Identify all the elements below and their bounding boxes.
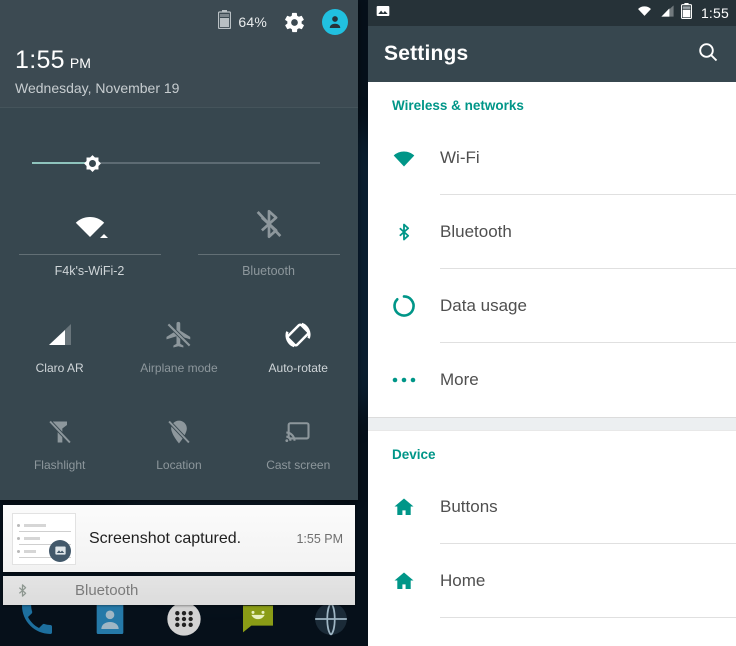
tile-location-label: Location bbox=[156, 458, 202, 472]
tile-cast-screen-label: Cast screen bbox=[266, 458, 331, 472]
airplane-off-icon bbox=[164, 315, 194, 355]
data-usage-icon bbox=[368, 293, 440, 319]
home-icon bbox=[368, 569, 440, 593]
settings-row-label: Data usage bbox=[440, 296, 527, 315]
notification-bluetooth-label: Bluetooth bbox=[75, 582, 139, 599]
screenshot-root: 64% 1:55 PM Wednesday, November 19 F4k's… bbox=[0, 0, 736, 646]
notification-screenshot[interactable]: Screenshot captured. 1:55 PM bbox=[3, 505, 355, 572]
flashlight-off-icon bbox=[46, 412, 74, 452]
wifi-icon bbox=[368, 147, 440, 170]
app-bar-actions bbox=[696, 40, 720, 69]
section-divider bbox=[368, 417, 736, 431]
status-bar-notifications bbox=[375, 3, 391, 24]
screenshot-thumbnail bbox=[12, 512, 76, 565]
clock-ampm: PM bbox=[69, 55, 91, 71]
battery-percent-label: 64% bbox=[238, 14, 267, 30]
image-icon bbox=[375, 3, 391, 24]
tile-flashlight[interactable]: Flashlight bbox=[0, 400, 119, 497]
screenshot-image-icon bbox=[49, 539, 71, 562]
section-header-wireless: Wireless & networks bbox=[392, 98, 524, 113]
app-drawer-icon[interactable] bbox=[164, 599, 204, 639]
cast-screen-icon bbox=[283, 412, 313, 452]
left-phone-quick-settings-screen: 64% 1:55 PM Wednesday, November 19 F4k's… bbox=[0, 0, 368, 646]
location-off-icon bbox=[165, 412, 193, 452]
cellular-signal-icon bbox=[660, 4, 675, 23]
bluetooth-off-icon bbox=[252, 198, 286, 250]
cellular-signal-icon bbox=[45, 315, 75, 355]
bluetooth-icon bbox=[368, 219, 440, 245]
auto-rotate-icon bbox=[282, 315, 314, 355]
settings-row-bluetooth[interactable]: Bluetooth bbox=[368, 195, 736, 269]
brightness-sun-icon[interactable] bbox=[79, 150, 106, 177]
tile-row: Claro AR Airplane mode Auto-rotate bbox=[0, 303, 358, 400]
tile-auto-rotate[interactable]: Auto-rotate bbox=[239, 303, 358, 400]
tile-underline bbox=[18, 254, 161, 255]
tile-wifi[interactable]: F4k's-WiFi-2 bbox=[0, 198, 179, 278]
tile-bluetooth[interactable]: Bluetooth bbox=[179, 198, 358, 278]
wifi-icon bbox=[635, 3, 654, 23]
settings-row-home[interactable]: Home bbox=[368, 544, 736, 618]
bluetooth-icon bbox=[9, 581, 35, 600]
quick-settings-primary-tiles: F4k's-WiFi-2 Bluetooth bbox=[0, 198, 358, 278]
quick-settings-header-icons: 64% bbox=[218, 9, 348, 35]
quick-settings-header: 64% 1:55 PM Wednesday, November 19 bbox=[0, 0, 358, 107]
phone-icon[interactable] bbox=[17, 599, 57, 639]
settings-row-buttons[interactable]: Buttons bbox=[368, 470, 736, 544]
header-divider bbox=[0, 107, 358, 108]
quick-settings-date: Wednesday, November 19 bbox=[15, 80, 180, 96]
tile-bluetooth-label: Bluetooth bbox=[242, 264, 295, 278]
settings-app-bar: Settings bbox=[368, 26, 736, 82]
quick-settings-panel: 64% 1:55 PM Wednesday, November 19 F4k's… bbox=[0, 0, 358, 500]
quick-settings-clock: 1:55 PM bbox=[15, 46, 91, 75]
notification-time: 1:55 PM bbox=[296, 531, 343, 546]
tile-airplane-mode-label: Airplane mode bbox=[140, 361, 218, 375]
battery-status: 64% bbox=[218, 10, 267, 34]
settings-row-label: Buttons bbox=[440, 497, 498, 516]
notification-bluetooth[interactable]: Bluetooth bbox=[3, 576, 355, 605]
gear-icon[interactable] bbox=[283, 11, 306, 34]
section-header-device: Device bbox=[392, 447, 436, 462]
search-icon[interactable] bbox=[696, 40, 720, 69]
settings-row-wifi[interactable]: Wi-Fi bbox=[368, 121, 736, 195]
settings-row-more[interactable]: More bbox=[368, 343, 736, 417]
more-dots-icon bbox=[368, 375, 440, 385]
home-icon bbox=[368, 495, 440, 519]
right-phone-settings-screen: 1:55 Settings Wireless & networks Wi-Fi bbox=[368, 0, 736, 646]
status-bar: 1:55 bbox=[368, 0, 736, 26]
battery-icon bbox=[680, 2, 692, 24]
clock-time: 1:55 bbox=[15, 46, 65, 74]
status-bar-system-icons: 1:55 bbox=[635, 2, 729, 24]
tile-wifi-label: F4k's-WiFi-2 bbox=[54, 264, 125, 278]
status-bar-clock: 1:55 bbox=[700, 5, 729, 21]
tile-carrier-label: Claro AR bbox=[35, 361, 84, 375]
notification-title: Screenshot captured. bbox=[89, 529, 242, 547]
settings-row-label: Bluetooth bbox=[440, 222, 512, 241]
quick-settings-tile-grid: Claro AR Airplane mode Auto-rotate Flash… bbox=[0, 303, 358, 497]
brightness-slider[interactable] bbox=[0, 140, 358, 186]
page-title: Settings bbox=[384, 42, 469, 65]
settings-row-label: More bbox=[440, 370, 479, 389]
battery-icon bbox=[218, 10, 232, 34]
tile-row: Flashlight Location Cast screen bbox=[0, 400, 358, 497]
tile-underline bbox=[197, 254, 340, 255]
browser-icon[interactable] bbox=[311, 599, 351, 639]
messaging-icon[interactable] bbox=[238, 599, 278, 639]
settings-list: Wireless & networks Wi-Fi Bluetooth Data… bbox=[368, 82, 736, 618]
settings-row-data-usage[interactable]: Data usage bbox=[368, 269, 736, 343]
tile-location[interactable]: Location bbox=[119, 400, 238, 497]
tile-carrier[interactable]: Claro AR bbox=[0, 303, 119, 400]
row-separator bbox=[440, 617, 736, 618]
user-avatar-icon[interactable] bbox=[322, 9, 348, 35]
tile-cast-screen[interactable]: Cast screen bbox=[239, 400, 358, 497]
tile-airplane-mode[interactable]: Airplane mode bbox=[119, 303, 238, 400]
contacts-icon[interactable] bbox=[90, 599, 130, 639]
settings-row-label: Home bbox=[440, 571, 486, 590]
tile-flashlight-label: Flashlight bbox=[33, 458, 86, 472]
wifi-icon bbox=[68, 198, 112, 250]
settings-row-label: Wi-Fi bbox=[440, 148, 480, 167]
tile-auto-rotate-label: Auto-rotate bbox=[268, 361, 328, 375]
